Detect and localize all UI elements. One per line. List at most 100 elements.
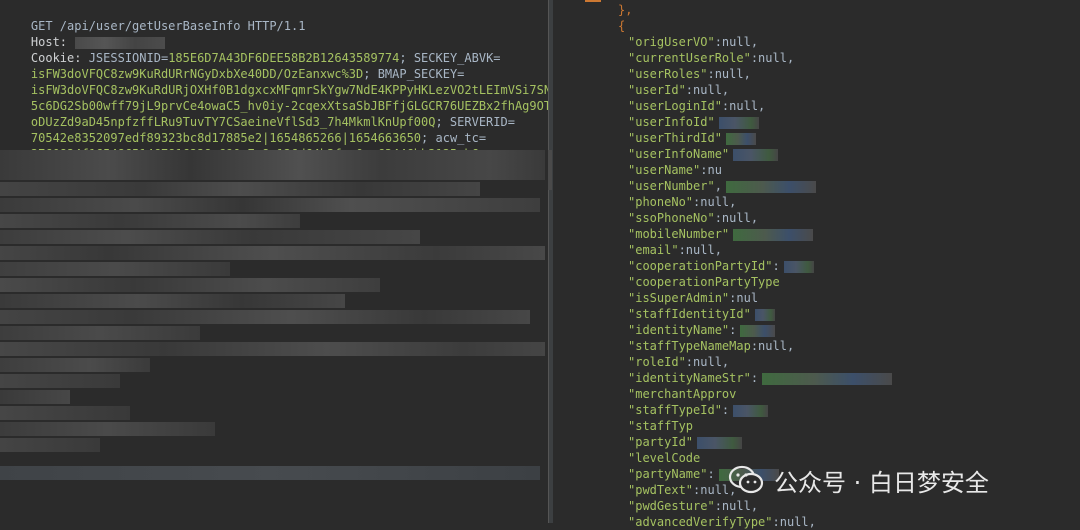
json-field: "identityNameStr": xyxy=(628,370,893,386)
json-key: "isSuperAdmin" xyxy=(628,291,730,305)
redacted-value xyxy=(733,148,779,161)
json-key: "advancedVerifyType" xyxy=(628,515,773,529)
json-value: :nu xyxy=(700,163,722,177)
json-open-brace: { xyxy=(618,19,626,33)
json-key: "userId" xyxy=(628,83,686,97)
json-field: "merchantApprov xyxy=(628,386,736,402)
request-line: GET /api/user/getUserBaseInfo HTTP/1.1 xyxy=(30,19,306,33)
json-key: "phoneNo" xyxy=(628,195,694,209)
json-key: "staffTyp xyxy=(628,419,694,433)
cookie-line-3: 5c6DG2Sb00wff79jL9prvCe4owaC5_hv0iy-2cqe… xyxy=(30,99,548,113)
json-value: :null, xyxy=(693,195,737,209)
json-value: :null, xyxy=(714,211,759,225)
json-field: "userInfoName" xyxy=(628,146,779,162)
redacted-value xyxy=(718,116,759,129)
scroll-marker xyxy=(548,150,552,190)
json-key: "levelCode xyxy=(628,451,701,465)
watermark: 公众号 · 白日梦安全 xyxy=(728,462,989,498)
json-field: "levelCode xyxy=(628,450,700,466)
redacted-value xyxy=(740,324,776,337)
json-field: "userThirdId" xyxy=(628,130,756,146)
json-value: :null, xyxy=(750,339,795,353)
request-pane[interactable]: GET /api/user/getUserBaseInfo HTTP/1.1 H… xyxy=(0,0,548,523)
json-field: "pwdGesture":null, xyxy=(628,498,758,514)
json-value: : xyxy=(729,323,737,337)
json-key: "staffIdentityId" xyxy=(628,307,751,321)
redacted-value xyxy=(697,436,743,449)
json-value: : xyxy=(750,371,759,385)
json-value: : xyxy=(721,403,730,417)
cookie-line-5: 70542e8352097edf89323bc8d17885e2|1654865… xyxy=(30,131,487,145)
json-value: :null, xyxy=(707,67,751,81)
json-key: "mobileNumber" xyxy=(628,227,730,241)
json-field: "staffTypeId": xyxy=(628,402,769,418)
json-key: "cooperationPartyType xyxy=(628,275,780,289)
json-key: "userRoles" xyxy=(628,67,708,81)
cookie-line-1: isFW3doVFQC8zw9KuRdURrNGyDxbXe40DD/OzEan… xyxy=(30,67,465,81)
json-key: "currentUserRole" xyxy=(628,51,751,65)
json-key: "userNumber" xyxy=(628,179,715,193)
json-key: "partyId" xyxy=(628,435,694,449)
json-field: "pwdText":null, xyxy=(628,482,736,498)
json-field: "userId":null, xyxy=(628,82,729,98)
json-value: :null, xyxy=(685,83,730,97)
json-field: "partyId" xyxy=(628,434,743,450)
json-value: :null, xyxy=(678,243,722,257)
json-key: "userLoginId" xyxy=(628,99,722,113)
json-value: , xyxy=(714,179,722,193)
json-field: "advancedVerifyType":null, xyxy=(628,514,816,530)
redacted-value xyxy=(754,308,775,321)
cookie-line-6: 2760824f16548651467816228e690e7e8c126d64… xyxy=(2,130,479,161)
json-key: "ssoPhoneNo" xyxy=(628,211,715,225)
json-field: "ssoPhoneNo":null, xyxy=(628,210,758,226)
json-key: "pwdGesture" xyxy=(628,499,715,513)
json-key: "userInfoName" xyxy=(628,147,730,161)
json-value: :nul xyxy=(729,291,759,305)
json-key: "roleId" xyxy=(628,355,686,369)
json-field: "staffIdentityId" xyxy=(628,306,775,322)
json-field: "phoneNo":null, xyxy=(628,194,736,210)
redacted-value xyxy=(783,260,814,273)
json-field: "cooperationPartyType xyxy=(628,274,780,290)
json-field: "mobileNumber" xyxy=(628,226,814,242)
redacted-value xyxy=(725,180,816,193)
json-close-brace: }, xyxy=(618,3,633,17)
redacted-value xyxy=(725,132,756,145)
json-key: "partyName" xyxy=(628,467,708,481)
json-value: :null, xyxy=(714,499,759,513)
json-value: :null, xyxy=(750,51,795,65)
redacted-value xyxy=(733,404,769,417)
json-field: "userName":nu xyxy=(628,162,722,178)
json-value: : xyxy=(707,467,715,481)
json-field: "cooperationPartyId": xyxy=(628,258,814,274)
json-field: "isSuperAdmin":nul xyxy=(628,290,758,306)
json-field: "origUserVO":null, xyxy=(628,34,758,50)
wechat-icon xyxy=(728,465,764,495)
json-value: :null, xyxy=(721,99,766,113)
json-field: "userNumber", xyxy=(628,178,816,194)
redacted-value xyxy=(762,372,893,385)
json-field: "email":null, xyxy=(628,242,722,258)
json-key: "pwdText" xyxy=(628,483,694,497)
cookie-line-4: oDUzZd9aD45npfzffLRu9TuvTY7CSaeineVflSd3… xyxy=(30,115,515,129)
json-key: "staffTypeId" xyxy=(628,403,722,417)
json-field: "userLoginId":null, xyxy=(628,98,765,114)
json-field: "currentUserRole":null, xyxy=(628,50,794,66)
json-key: "origUserVO" xyxy=(628,35,715,49)
json-key: "userInfoId" xyxy=(628,115,715,129)
json-value: :null, xyxy=(772,515,816,529)
cookie-line-2: isFW3doVFQC8zw9KuRdURjOXHf0B1dgxcxMFqmrS… xyxy=(30,83,548,97)
json-field: "userRoles":null, xyxy=(628,66,751,82)
json-key: "email" xyxy=(628,243,679,257)
json-value: : xyxy=(772,259,780,273)
json-key: "userName" xyxy=(628,163,701,177)
cookie-line-0: Cookie: JSESSIONID=185E6D7A43DF6DEE58B2B… xyxy=(30,51,501,65)
json-field: "staffTyp xyxy=(628,418,693,434)
json-key: "identityName" xyxy=(628,323,730,337)
tab-accent xyxy=(585,0,601,2)
json-value: :null, xyxy=(685,355,730,369)
json-field: "userInfoId" xyxy=(628,114,759,130)
json-value: :null, xyxy=(714,35,759,49)
redacted-value xyxy=(733,228,814,241)
json-field: "roleId":null, xyxy=(628,354,729,370)
